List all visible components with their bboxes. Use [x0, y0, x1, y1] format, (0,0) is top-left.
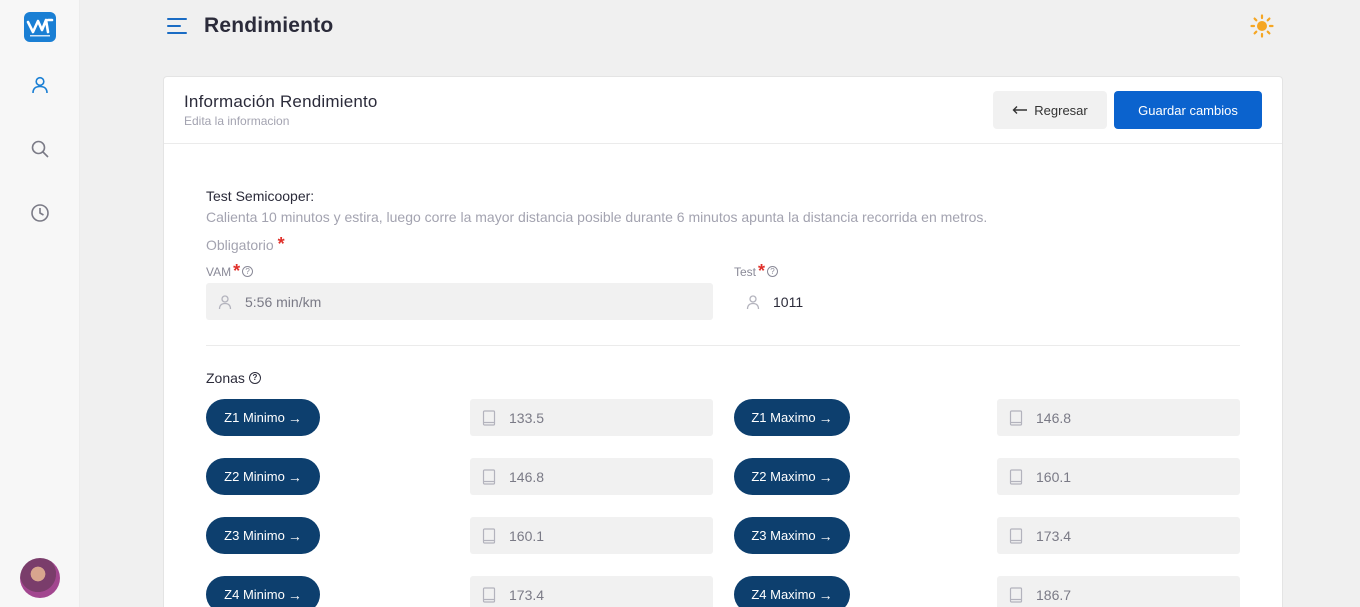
zone-max-label: Z1 Maximo: [751, 410, 816, 425]
user-icon[interactable]: [28, 73, 52, 97]
zone-max-field[interactable]: 146.8: [997, 399, 1240, 436]
zones-label: Zonas ?: [206, 370, 261, 386]
required-note: Obligatorio *: [206, 234, 285, 255]
book-icon: [482, 527, 496, 544]
vam-label-text: VAM: [206, 264, 232, 279]
zone-min-button[interactable]: Z3 Minimo →: [206, 517, 320, 554]
zone-max-value: 173.4: [1036, 527, 1072, 544]
zone-min-value: 160.1: [509, 527, 545, 544]
test-field[interactable]: 1011: [734, 283, 1241, 320]
save-button[interactable]: Guardar cambios: [1114, 91, 1262, 129]
zone-min-button[interactable]: Z2 Minimo →: [206, 458, 320, 495]
search-icon[interactable]: [28, 137, 52, 161]
vam-label: VAM * ?: [206, 261, 254, 282]
book-icon: [1009, 586, 1023, 603]
zone-min-label: Z1 Minimo: [224, 410, 285, 425]
zone-min-label: Z2 Minimo: [224, 469, 285, 484]
menu-icon[interactable]: [166, 15, 188, 37]
arrow-right-icon: →: [818, 468, 833, 485]
zone-min-value: 173.4: [509, 586, 545, 603]
app-logo[interactable]: [24, 12, 56, 42]
sun-icon[interactable]: [1250, 14, 1274, 38]
card-header: Información Rendimiento Edita la informa…: [164, 77, 1282, 144]
zone-min-button[interactable]: Z4 Minimo →: [206, 576, 320, 607]
book-icon: [1009, 468, 1023, 485]
performance-card: Información Rendimiento Edita la informa…: [163, 76, 1283, 607]
required-star: *: [233, 261, 241, 281]
zone-max-button[interactable]: Z4 Maximo →: [734, 576, 850, 607]
sidebar: [0, 0, 80, 607]
help-icon[interactable]: ?: [248, 372, 261, 384]
back-button[interactable]: Regresar: [993, 91, 1107, 129]
arrow-left-icon: [1012, 106, 1028, 114]
book-icon: [482, 586, 496, 603]
help-icon[interactable]: ?: [242, 266, 254, 277]
zone-max-value: 186.7: [1036, 586, 1072, 603]
book-icon: [482, 468, 496, 485]
zone-max-field[interactable]: 186.7: [997, 576, 1240, 607]
zone-min-button[interactable]: Z1 Minimo →: [206, 399, 320, 436]
user-field-icon: [745, 294, 761, 310]
zones-label-text: Zonas: [206, 370, 245, 386]
required-note-label: Obligatorio: [206, 237, 274, 253]
book-icon: [1009, 527, 1023, 544]
arrow-right-icon: →: [287, 586, 302, 603]
zone-max-button[interactable]: Z2 Maximo →: [734, 458, 850, 495]
avatar[interactable]: [20, 558, 60, 598]
zone-min-field[interactable]: 146.8: [470, 458, 713, 495]
zone-min-label: Z3 Minimo: [224, 528, 285, 543]
book-icon: [482, 409, 496, 426]
book-icon: [1009, 409, 1023, 426]
required-star: *: [758, 261, 766, 281]
back-button-label: Regresar: [1034, 102, 1088, 118]
zone-max-button[interactable]: Z3 Maximo →: [734, 517, 850, 554]
zone-max-button[interactable]: Z1 Maximo →: [734, 399, 850, 436]
zone-min-label: Z4 Minimo: [224, 587, 285, 602]
zone-max-label: Z3 Maximo: [751, 528, 816, 543]
vam-value: 5:56 min/km: [245, 293, 322, 310]
page-title: Rendimiento: [204, 14, 334, 37]
history-icon[interactable]: [28, 201, 52, 225]
test-description: Calienta 10 minutos y estira, luego corr…: [206, 209, 988, 225]
zone-max-field[interactable]: 173.4: [997, 517, 1240, 554]
vam-field[interactable]: 5:56 min/km: [206, 283, 713, 320]
zone-max-value: 146.8: [1036, 409, 1072, 426]
zone-max-field[interactable]: 160.1: [997, 458, 1240, 495]
divider: [206, 345, 1240, 346]
help-icon[interactable]: ?: [767, 266, 779, 277]
zone-max-label: Z2 Maximo: [751, 469, 816, 484]
required-star: *: [277, 234, 285, 254]
zone-min-field[interactable]: 160.1: [470, 517, 713, 554]
arrow-right-icon: →: [287, 409, 302, 426]
card-subtitle: Edita la informacion: [184, 114, 290, 128]
test-title: Test Semicooper:: [206, 188, 315, 204]
test-value: 1011: [773, 293, 804, 310]
card-title: Información Rendimiento: [184, 92, 378, 111]
zone-max-label: Z4 Maximo: [751, 587, 816, 602]
zone-min-value: 146.8: [509, 468, 545, 485]
zone-min-field[interactable]: 133.5: [470, 399, 713, 436]
zone-min-field[interactable]: 173.4: [470, 576, 713, 607]
user-field-icon: [217, 294, 233, 310]
zone-max-value: 160.1: [1036, 468, 1072, 485]
arrow-right-icon: →: [287, 527, 302, 544]
arrow-right-icon: →: [818, 409, 833, 426]
arrow-right-icon: →: [287, 468, 302, 485]
test-label-text: Test: [734, 264, 757, 279]
zone-min-value: 133.5: [509, 409, 545, 426]
arrow-right-icon: →: [818, 527, 833, 544]
test-label: Test * ?: [734, 261, 779, 282]
arrow-right-icon: →: [818, 586, 833, 603]
